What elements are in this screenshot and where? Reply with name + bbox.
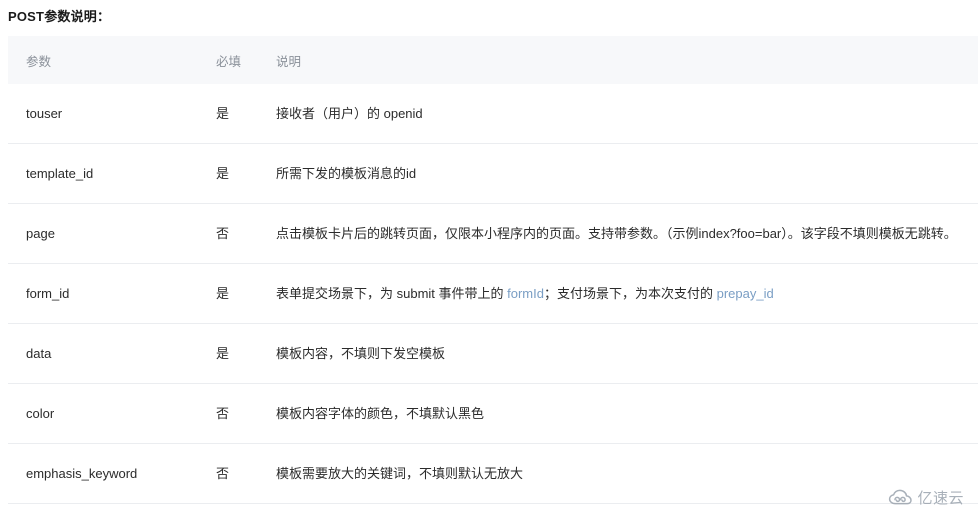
parameter-name: touser [8, 84, 216, 144]
parameter-name: form_id [8, 263, 216, 324]
cloud-icon [888, 489, 914, 506]
table-row: color 否 模板内容字体的颜色，不填默认黑色 [8, 383, 978, 444]
table-row: form_id 是 表单提交场景下，为 submit 事件带上的 formId；… [8, 263, 978, 324]
table-header-row: 参数 必填 说明 [8, 36, 978, 84]
column-header-parameter: 参数 [26, 54, 52, 69]
parameter-required: 否 [216, 383, 276, 444]
parameter-description: 模板需要放大的关键词，不填则默认无放大 [276, 443, 978, 504]
page-title: POST参数说明： [8, 9, 111, 24]
post-parameters-table: 参数 必填 说明 touser 是 接收者（用户）的 openid templa… [8, 36, 978, 504]
parameter-description: 点击模板卡片后的跳转页面，仅限本小程序内的页面。支持带参数。（示例index?f… [276, 203, 978, 264]
parameter-required: 是 [216, 263, 276, 324]
description-text-segment: ；支付场景下，为本次支付的 [543, 286, 717, 301]
prepay-id-link[interactable]: prepay_id [717, 286, 774, 301]
form-id-link[interactable]: formId [507, 286, 544, 301]
table-row: template_id 是 所需下发的模板消息的id [8, 143, 978, 204]
table-header: 参数 必填 说明 [8, 36, 978, 84]
column-header-description: 说明 [276, 54, 302, 69]
table-row: emphasis_keyword 否 模板需要放大的关键词，不填则默认无放大 [8, 443, 978, 504]
watermark-text: 亿速云 [917, 489, 964, 507]
table-row: data 是 模板内容，不填则下发空模板 [8, 323, 978, 384]
parameter-name: emphasis_keyword [8, 443, 216, 504]
table-row: touser 是 接收者（用户）的 openid [8, 84, 978, 144]
column-header-required: 必填 [216, 54, 242, 69]
parameter-description: 模板内容，不填则下发空模板 [276, 323, 978, 384]
parameter-required: 是 [216, 143, 276, 204]
parameter-description: 表单提交场景下，为 submit 事件带上的 formId；支付场景下，为本次支… [276, 263, 978, 324]
parameter-required: 是 [216, 323, 276, 384]
parameter-required: 否 [216, 443, 276, 504]
parameter-name: page [8, 203, 216, 264]
table-body: touser 是 接收者（用户）的 openid template_id 是 所… [8, 84, 978, 504]
parameter-required: 否 [216, 203, 276, 264]
description-text-segment: 表单提交场景下，为 submit 事件带上的 [276, 286, 508, 301]
watermark: 亿速云 [888, 487, 964, 508]
param-table-container: 参数 必填 说明 touser 是 接收者（用户）的 openid templa… [8, 36, 978, 504]
parameter-name: color [8, 383, 216, 444]
parameter-description: 模板内容字体的颜色，不填默认黑色 [276, 383, 978, 444]
parameter-required: 是 [216, 84, 276, 144]
parameter-description: 所需下发的模板消息的id [276, 143, 978, 204]
parameter-name: data [8, 323, 216, 384]
parameter-name: template_id [8, 143, 216, 204]
table-row: page 否 点击模板卡片后的跳转页面，仅限本小程序内的页面。支持带参数。（示例… [8, 203, 978, 264]
parameter-description: 接收者（用户）的 openid [276, 84, 978, 144]
